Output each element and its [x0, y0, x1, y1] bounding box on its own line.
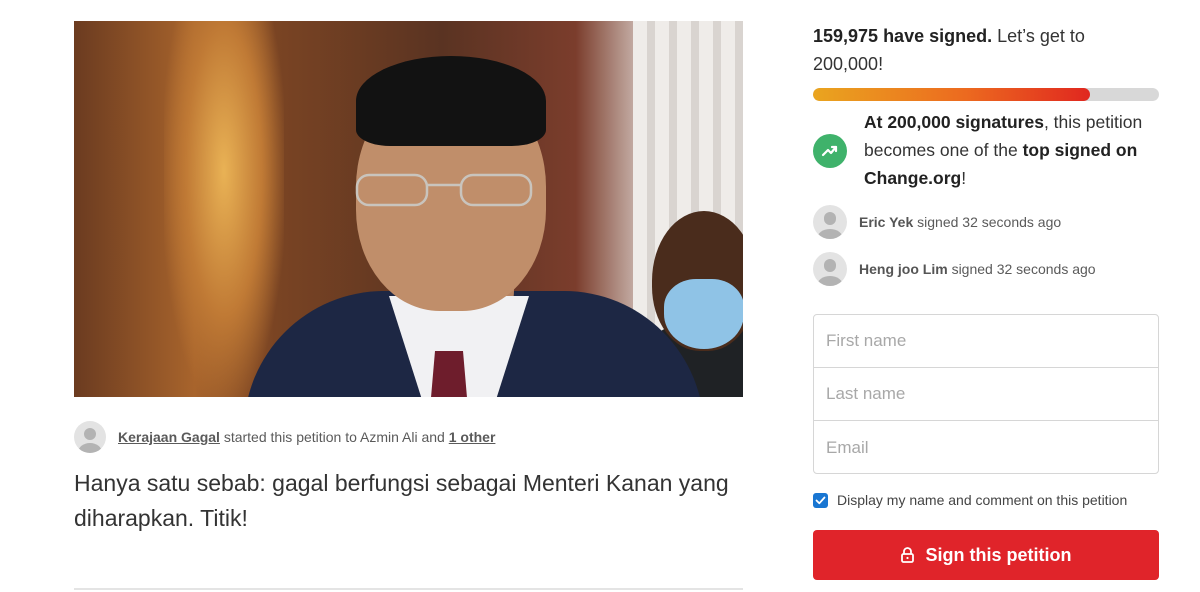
signer-avatar [813, 205, 847, 239]
signature-progress-bar [813, 88, 1159, 101]
signer-name: Heng joo Lim [859, 261, 948, 277]
petition-photo [74, 21, 743, 397]
signature-progress-fill [813, 88, 1090, 101]
display-name-checkbox[interactable] [813, 492, 828, 508]
starter-avatar [74, 421, 106, 453]
milestone-notice: At 200,000 signatures, this petition bec… [813, 108, 1159, 192]
milestone-goal: At 200,000 signatures [864, 112, 1044, 132]
signer-time: signed 32 seconds ago [917, 214, 1062, 230]
milestone-text: At 200,000 signatures, this petition bec… [864, 108, 1159, 192]
divider [74, 588, 743, 590]
email-field[interactable] [814, 421, 1158, 474]
signer-name: Eric Yek [859, 214, 914, 230]
first-name-field[interactable] [814, 315, 1158, 368]
sign-petition-label: Sign this petition [925, 544, 1072, 565]
petition-starter: Kerajaan Gagal started this petition to … [74, 420, 495, 454]
sign-petition-button[interactable]: Sign this petition [813, 530, 1159, 580]
display-name-label: Display my name and comment on this peti… [837, 492, 1128, 508]
other-decision-makers-link[interactable]: 1 other [449, 429, 496, 445]
starter-middle-text: started this petition to Azmin Ali and [223, 429, 445, 445]
milestone-text-end: ! [961, 168, 967, 188]
trending-up-icon [813, 134, 847, 168]
signature-count: 159,975 have signed. Let’s get to 200,00… [813, 22, 1153, 78]
lock-icon [900, 547, 914, 563]
display-name-consent[interactable]: Display my name and comment on this peti… [813, 492, 1127, 508]
petition-headline: Hanya satu sebab: gagal berfungsi sebaga… [74, 470, 729, 531]
last-name-field[interactable] [814, 368, 1158, 421]
signer-time: signed 32 seconds ago [951, 261, 1096, 277]
recent-signer: Eric Yek signed 32 seconds ago [813, 205, 1159, 239]
starter-name-link[interactable]: Kerajaan Gagal [118, 429, 220, 445]
signer-avatar [813, 252, 847, 286]
starter-text: Kerajaan Gagal started this petition to … [118, 429, 495, 445]
signature-count-number: 159,975 have signed. [813, 26, 993, 46]
sign-form [813, 314, 1159, 474]
recent-signer: Heng joo Lim signed 32 seconds ago [813, 252, 1159, 286]
